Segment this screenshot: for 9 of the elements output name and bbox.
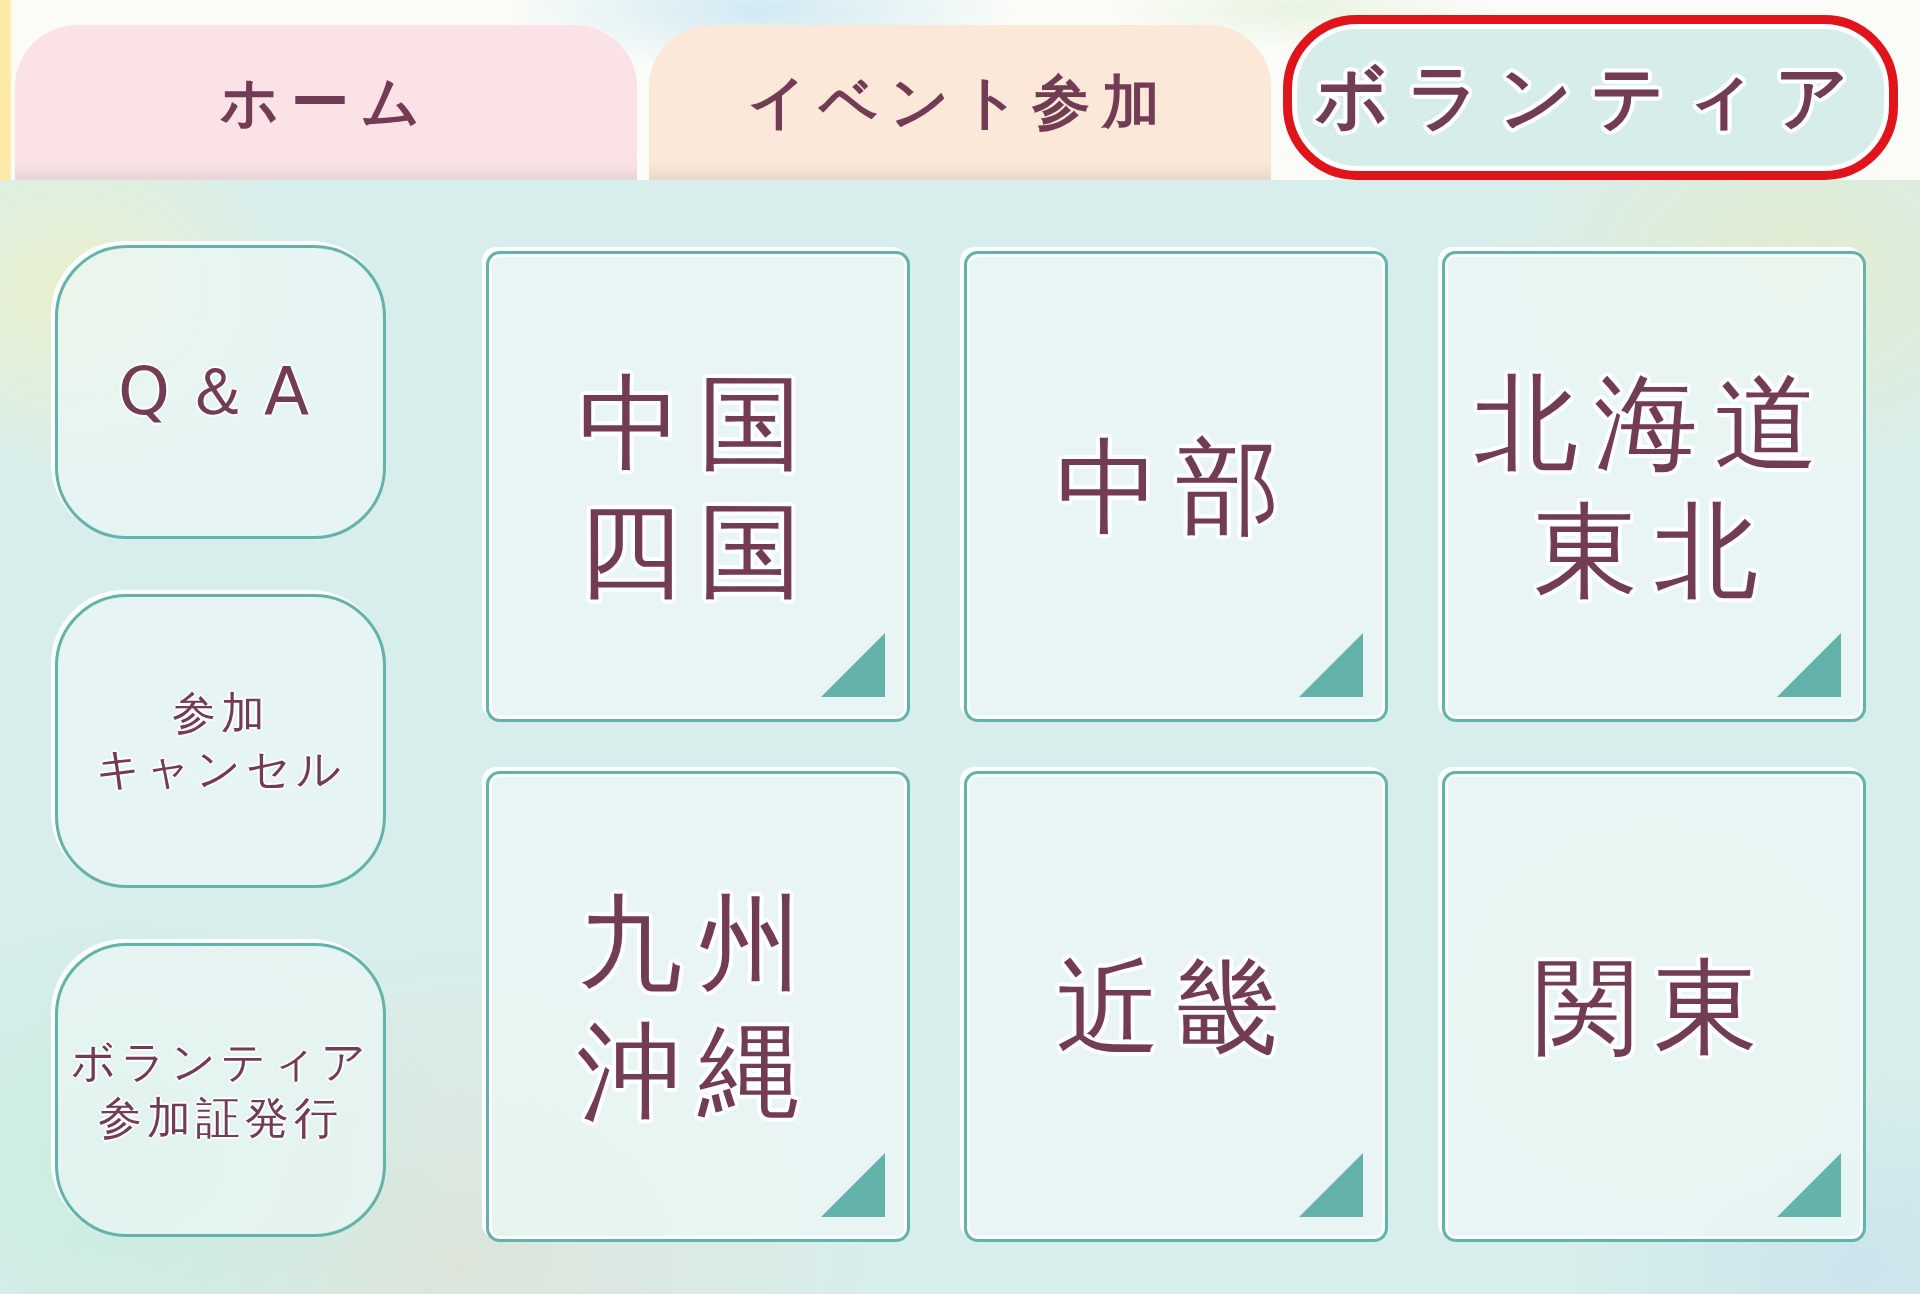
- corner-triangle-icon: [1299, 633, 1363, 697]
- nav-tab[interactable]: ホーム: [15, 25, 637, 180]
- nav-tab[interactable]: ボランティア: [1283, 15, 1898, 180]
- corner-triangle-icon: [1777, 1153, 1841, 1217]
- corner-triangle-icon: [1299, 1153, 1363, 1217]
- nav-tab[interactable]: イベント参加: [649, 25, 1271, 180]
- corner-triangle-icon: [821, 1153, 885, 1217]
- corner-triangle-icon: [1777, 633, 1841, 697]
- corner-triangle-icon: [821, 633, 885, 697]
